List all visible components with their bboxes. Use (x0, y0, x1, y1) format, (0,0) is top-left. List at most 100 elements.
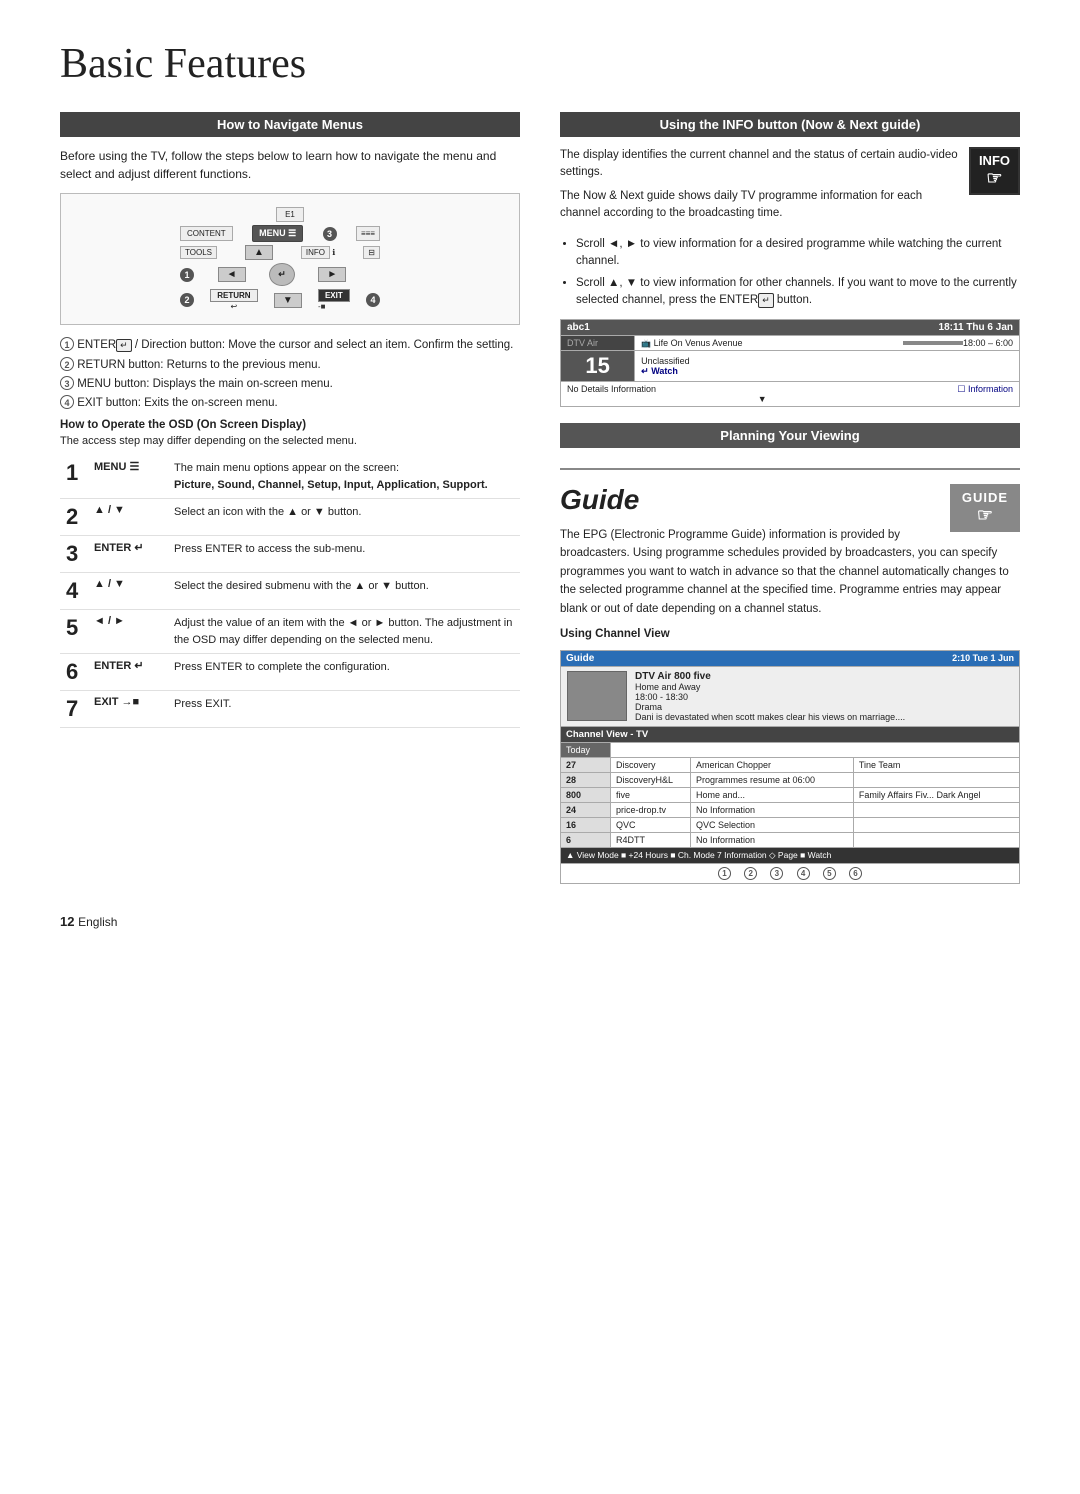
up-btn: ▲ (245, 245, 273, 260)
guide-footer-text: ▲ View Mode ■ +24 Hours ■ Ch. Mode 7 Inf… (566, 850, 831, 860)
step-desc-3: Press ENTER to access the sub-menu. (168, 536, 520, 573)
left-column: How to Navigate Menus Before using the T… (60, 112, 520, 884)
guide-callout-6: 6 (849, 867, 862, 880)
step-desc-6: Press ENTER to complete the configuratio… (168, 654, 520, 691)
progress-bar (903, 341, 963, 345)
guide-channel-row-0: 27 Discovery American Chopper Tine Team (561, 757, 1020, 772)
enter-icon-2: ↵ (758, 293, 774, 309)
step-num-2: 2 (60, 499, 88, 536)
step-key-3: ENTER ↵ (88, 536, 168, 573)
tools-btn: TOOLS (180, 246, 217, 259)
callout-4-num: 4 (366, 293, 380, 307)
guide-channel-row-1: 28 DiscoveryH&L Programmes resume at 06:… (561, 772, 1020, 787)
guide-callout-5: 5 (823, 867, 836, 880)
page-number: 12 (60, 914, 74, 929)
guide-ch-prog-5: No Information (691, 832, 854, 847)
planning-header: Planning Your Viewing (560, 423, 1020, 448)
callout4-label: EXIT button: Exits the on-screen menu. (77, 397, 278, 409)
callout1-text: 1 ENTER↵ / Direction button: Move the cu… (60, 337, 520, 352)
step-num-5: 5 (60, 610, 88, 654)
ch-row1-left: DTV Air (567, 338, 598, 348)
menu-btn: MENU ☰ (252, 225, 303, 242)
content-btn: CONTENT (180, 226, 233, 241)
callout4-text: 4 EXIT button: Exits the on-screen menu. (60, 395, 520, 409)
info-hand-icon: ☞ (979, 168, 1010, 189)
guide-ch-other-5 (853, 832, 1019, 847)
ch-arrow-down: ▼ (567, 394, 1013, 404)
page-footer: 12 English (60, 914, 1020, 929)
channel-info-table: abc1 18:11 Thu 6 Jan DTV Air 📺 Life On V… (560, 319, 1020, 407)
info-para1: The display identifies the current chann… (560, 147, 1020, 182)
step-num-7: 7 (60, 691, 88, 728)
step-num-6: 6 (60, 654, 88, 691)
step-desc-2: Select an icon with the ▲ or ▼ button. (168, 499, 520, 536)
callout-2-num: 2 (180, 293, 194, 307)
info-para2: The Now & Next guide shows daily TV prog… (560, 188, 1020, 223)
guide-callouts: 1 2 3 4 5 6 (561, 863, 1020, 883)
guide-channel-row-4: 16 QVC QVC Selection (561, 817, 1020, 832)
information-label: Information (968, 384, 1013, 394)
step-num-3: 3 (60, 536, 88, 573)
guide-ch-num-0: 27 (561, 757, 611, 772)
step-desc-4: Select the desired submenu with the ▲ or… (168, 573, 520, 610)
watch-label: Watch (651, 366, 678, 376)
guide-table-title: Guide 2:10 Tue 1 Jun (561, 650, 1020, 666)
guide-ch-num-1: 28 (561, 772, 611, 787)
enter-icon-1: ↵ (116, 339, 132, 352)
step-desc-5: Adjust the value of an item with the ◄ o… (168, 610, 520, 654)
guide-ch-prog-4: QVC Selection (691, 817, 854, 832)
ch-watch: ↵ Watch (641, 366, 1013, 377)
step-num-1: 1 (60, 455, 88, 499)
right-column: Using the INFO button (Now & Next guide)… (560, 112, 1020, 884)
step-key-1: MENU ☰ (88, 455, 168, 499)
guide-callout-3: 3 (770, 867, 783, 880)
callout3-text: 3 MENU button: Displays the main on-scre… (60, 376, 520, 390)
callout-3-marker: 3 (323, 227, 337, 241)
guide-thumbnail (567, 671, 627, 721)
navigate-menus-header: How to Navigate Menus (60, 112, 520, 137)
navigate-intro: Before using the TV, follow the steps be… (60, 147, 520, 183)
remote-diagram: E1 CONTENT MENU ☰ 3 ≡≡≡ TOOLS ▲ I (60, 193, 520, 325)
guide-callout-1: 1 (718, 867, 731, 880)
step-key-4: ▲ / ▼ (88, 573, 168, 610)
info-bullets: Scroll ◄, ► to view information for a de… (576, 236, 1020, 309)
guide-ch-other-1 (853, 772, 1019, 787)
ch-no-details: No Details Information ☐ Information ▼ (561, 382, 1020, 407)
page-language: English (78, 915, 117, 929)
ch-dtv-air: DTV Air (561, 336, 635, 351)
guide-prog-desc: Dani is devastated when scott makes clea… (635, 712, 905, 722)
guide-content: GUIDE ☞ Guide The EPG (Electronic Progra… (560, 484, 1020, 618)
step-row-4: 4 ▲ / ▼ Select the desired submenu with … (60, 573, 520, 610)
guide-ch-prog-0: American Chopper (691, 757, 854, 772)
callout-3-num: 3 (323, 227, 337, 241)
info-icon-symbol: ℹ (332, 248, 335, 257)
guide-prog-genre: Drama (635, 702, 905, 712)
guide-prog-row: DTV Air 800 five Home and Away 18:00 - 1… (567, 671, 1013, 722)
step-row-6: 6 ENTER ↵ Press ENTER to complete the co… (60, 654, 520, 691)
step-row-5: 5 ◄ / ► Adjust the value of an item with… (60, 610, 520, 654)
guide-ch-prog-3: No Information (691, 802, 854, 817)
info-content: INFO ☞ The display identifies the curren… (560, 147, 1020, 228)
step-desc-7: Press EXIT. (168, 691, 520, 728)
info-bullet2: Scroll ▲, ▼ to view information for othe… (576, 275, 1020, 310)
up-btn-area: ▲ (245, 245, 273, 260)
guide-title-cell: Guide (566, 653, 594, 664)
return-area: RETURN ↩ (210, 289, 257, 311)
info-area: INFO ℹ (301, 248, 335, 257)
step-num-4: 4 (60, 573, 88, 610)
guide-ch-name-1: DiscoveryH&L (611, 772, 691, 787)
ch-information: ☐ Information (957, 384, 1013, 395)
guide-ch-other-3 (853, 802, 1019, 817)
ch-class: Unclassified (641, 356, 1013, 366)
guide-para: The EPG (Electronic Programme Guide) inf… (560, 526, 1020, 618)
callout3-label: MENU button: Displays the main on-screen… (77, 378, 333, 390)
guide-remote-btn: ≡≡≡ (356, 226, 380, 241)
guide-ch-prog-2: Home and... (691, 787, 854, 802)
callout-1-num: 1 (180, 268, 194, 282)
guide-time-cell: 2:10 Tue 1 Jun (952, 653, 1014, 663)
guide-program-info: DTV Air 800 five Home and Away 18:00 - 1… (561, 666, 1020, 726)
callout2-icon: 2 (60, 357, 74, 371)
step-key-6: ENTER ↵ (88, 654, 168, 691)
guide-ch-other-2: Family Affairs Fiv... Dark Angel (853, 787, 1019, 802)
guide-footer: ▲ View Mode ■ +24 Hours ■ Ch. Mode 7 Inf… (561, 847, 1020, 863)
